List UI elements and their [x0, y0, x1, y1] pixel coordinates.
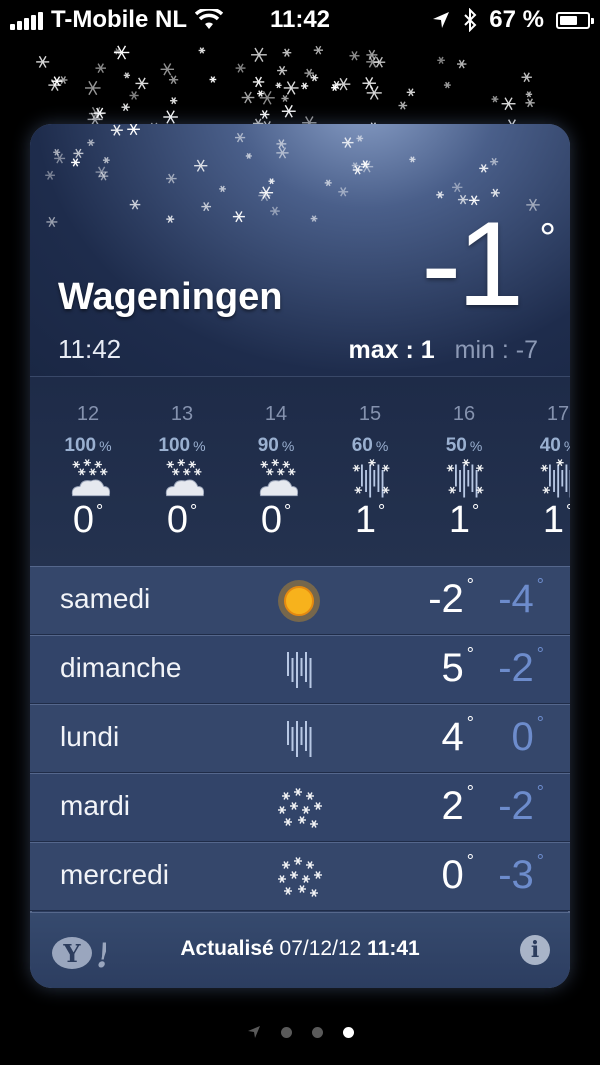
snow-icon: [274, 853, 324, 901]
updated-label: Actualisé: [180, 937, 274, 960]
day-name: samedi: [60, 583, 151, 614]
precip-chance: 90%: [257, 435, 295, 456]
sleet-icon: [537, 459, 570, 503]
daily-row: mardi 2 ° -2 °: [30, 773, 570, 842]
daily-row: samedi -2 ° -4 °: [30, 566, 570, 635]
sun-icon: [274, 577, 324, 625]
day-name: lundi: [60, 721, 120, 752]
local-time: 11:42: [58, 334, 122, 364]
page-dot[interactable]: [342, 1026, 354, 1038]
city-name: Wageningen: [58, 276, 283, 318]
updated-date: 07/12/12: [279, 937, 362, 960]
hourly-temperature: 0 °: [166, 499, 198, 541]
rain-icon: [274, 646, 324, 694]
day-name: mardi: [60, 790, 131, 821]
day-name: mercredi: [60, 859, 169, 890]
hourly-hour: 14: [264, 403, 288, 425]
sleet-icon: [349, 459, 395, 503]
rain-icon: [274, 715, 324, 763]
status-bar: T-Mobile NL 11:42 67 %: [0, 0, 600, 38]
precip-chance: 40%: [539, 435, 570, 456]
current-temperature-degree: °: [539, 214, 556, 261]
hourly-hour: 12: [76, 403, 100, 425]
location-page-icon[interactable]: [247, 1025, 261, 1039]
hourly-hour: 13: [170, 403, 194, 425]
snowflakes-decoration: [36, 45, 535, 138]
hourly-temperature: 1°: [542, 499, 570, 541]
hourly-hour: 15: [358, 403, 382, 425]
hourly-hour: 17: [546, 403, 570, 425]
battery-percent: 67 %: [489, 6, 544, 33]
last-updated: Actualisé 07/12/12 11:41: [30, 937, 570, 961]
hourly-temperature: 1°: [354, 499, 386, 541]
snow-cloud-icon: [255, 459, 301, 503]
hourly-hour: 16: [452, 403, 476, 425]
daily-row: dimanche 5 ° -2 °: [30, 635, 570, 704]
precip-chance: 60%: [351, 435, 389, 456]
page-dot[interactable]: [311, 1026, 323, 1038]
day-low: -3 °: [498, 851, 544, 897]
location-arrow-icon: [433, 12, 450, 28]
max-temperature: max : 1: [348, 336, 435, 364]
precip-chance: 100%: [64, 435, 112, 456]
snow-cloud-icon: [161, 459, 207, 503]
sleet-icon: [443, 459, 489, 503]
day-name: dimanche: [60, 652, 182, 683]
day-high: 4 °: [441, 713, 474, 759]
day-high: -2 °: [428, 575, 474, 621]
day-low: -2 °: [498, 782, 544, 828]
page-dot[interactable]: [280, 1026, 292, 1038]
updated-time: 11:41: [367, 937, 420, 960]
day-low: -4 °: [498, 575, 544, 621]
current-conditions: Wageningen 11:42 -1 ° max : 1 min : -7: [30, 124, 570, 376]
hourly-temperature: 1°: [448, 499, 480, 541]
battery-level: [560, 15, 578, 25]
day-high: 5 °: [441, 644, 474, 690]
max-min: max : 1 min : -7: [348, 336, 538, 365]
precip-chance: 50%: [445, 435, 483, 456]
bluetooth-icon: [464, 8, 477, 32]
day-low: 0 °: [511, 713, 544, 759]
precip-chance: 100%: [158, 435, 206, 456]
status-right: 67 %: [431, 6, 594, 34]
day-low: -2 °: [498, 644, 544, 690]
current-temperature: -1: [421, 197, 524, 331]
info-button[interactable]: i: [520, 935, 550, 965]
min-temperature: min : -7: [454, 336, 538, 364]
page-indicator[interactable]: [0, 1022, 600, 1042]
battery-icon: [556, 11, 594, 29]
daily-row: mercredi 0 ° -3 °: [30, 842, 570, 911]
day-high: 0 °: [441, 851, 474, 897]
hourly-temperature: 0 °: [72, 499, 104, 541]
snow-icon: [274, 784, 324, 832]
weather-card[interactable]: Wageningen 11:42 -1 ° max : 1 min : -7 1…: [30, 124, 570, 988]
snow-cloud-icon: [67, 459, 113, 503]
hourly-forecast[interactable]: 12 100% 0 ° 13 100% 0 ° 14 90% 0 ° 15 60% 1 ° 16 50% 1 ° 17 4…: [30, 376, 570, 568]
day-high: 2 °: [441, 782, 474, 828]
card-footer: Y ! Actualisé 07/12/12 11:41 i: [30, 912, 570, 988]
daily-row: lundi 4 ° 0 °: [30, 704, 570, 773]
hourly-temperature: 0 °: [260, 499, 292, 541]
